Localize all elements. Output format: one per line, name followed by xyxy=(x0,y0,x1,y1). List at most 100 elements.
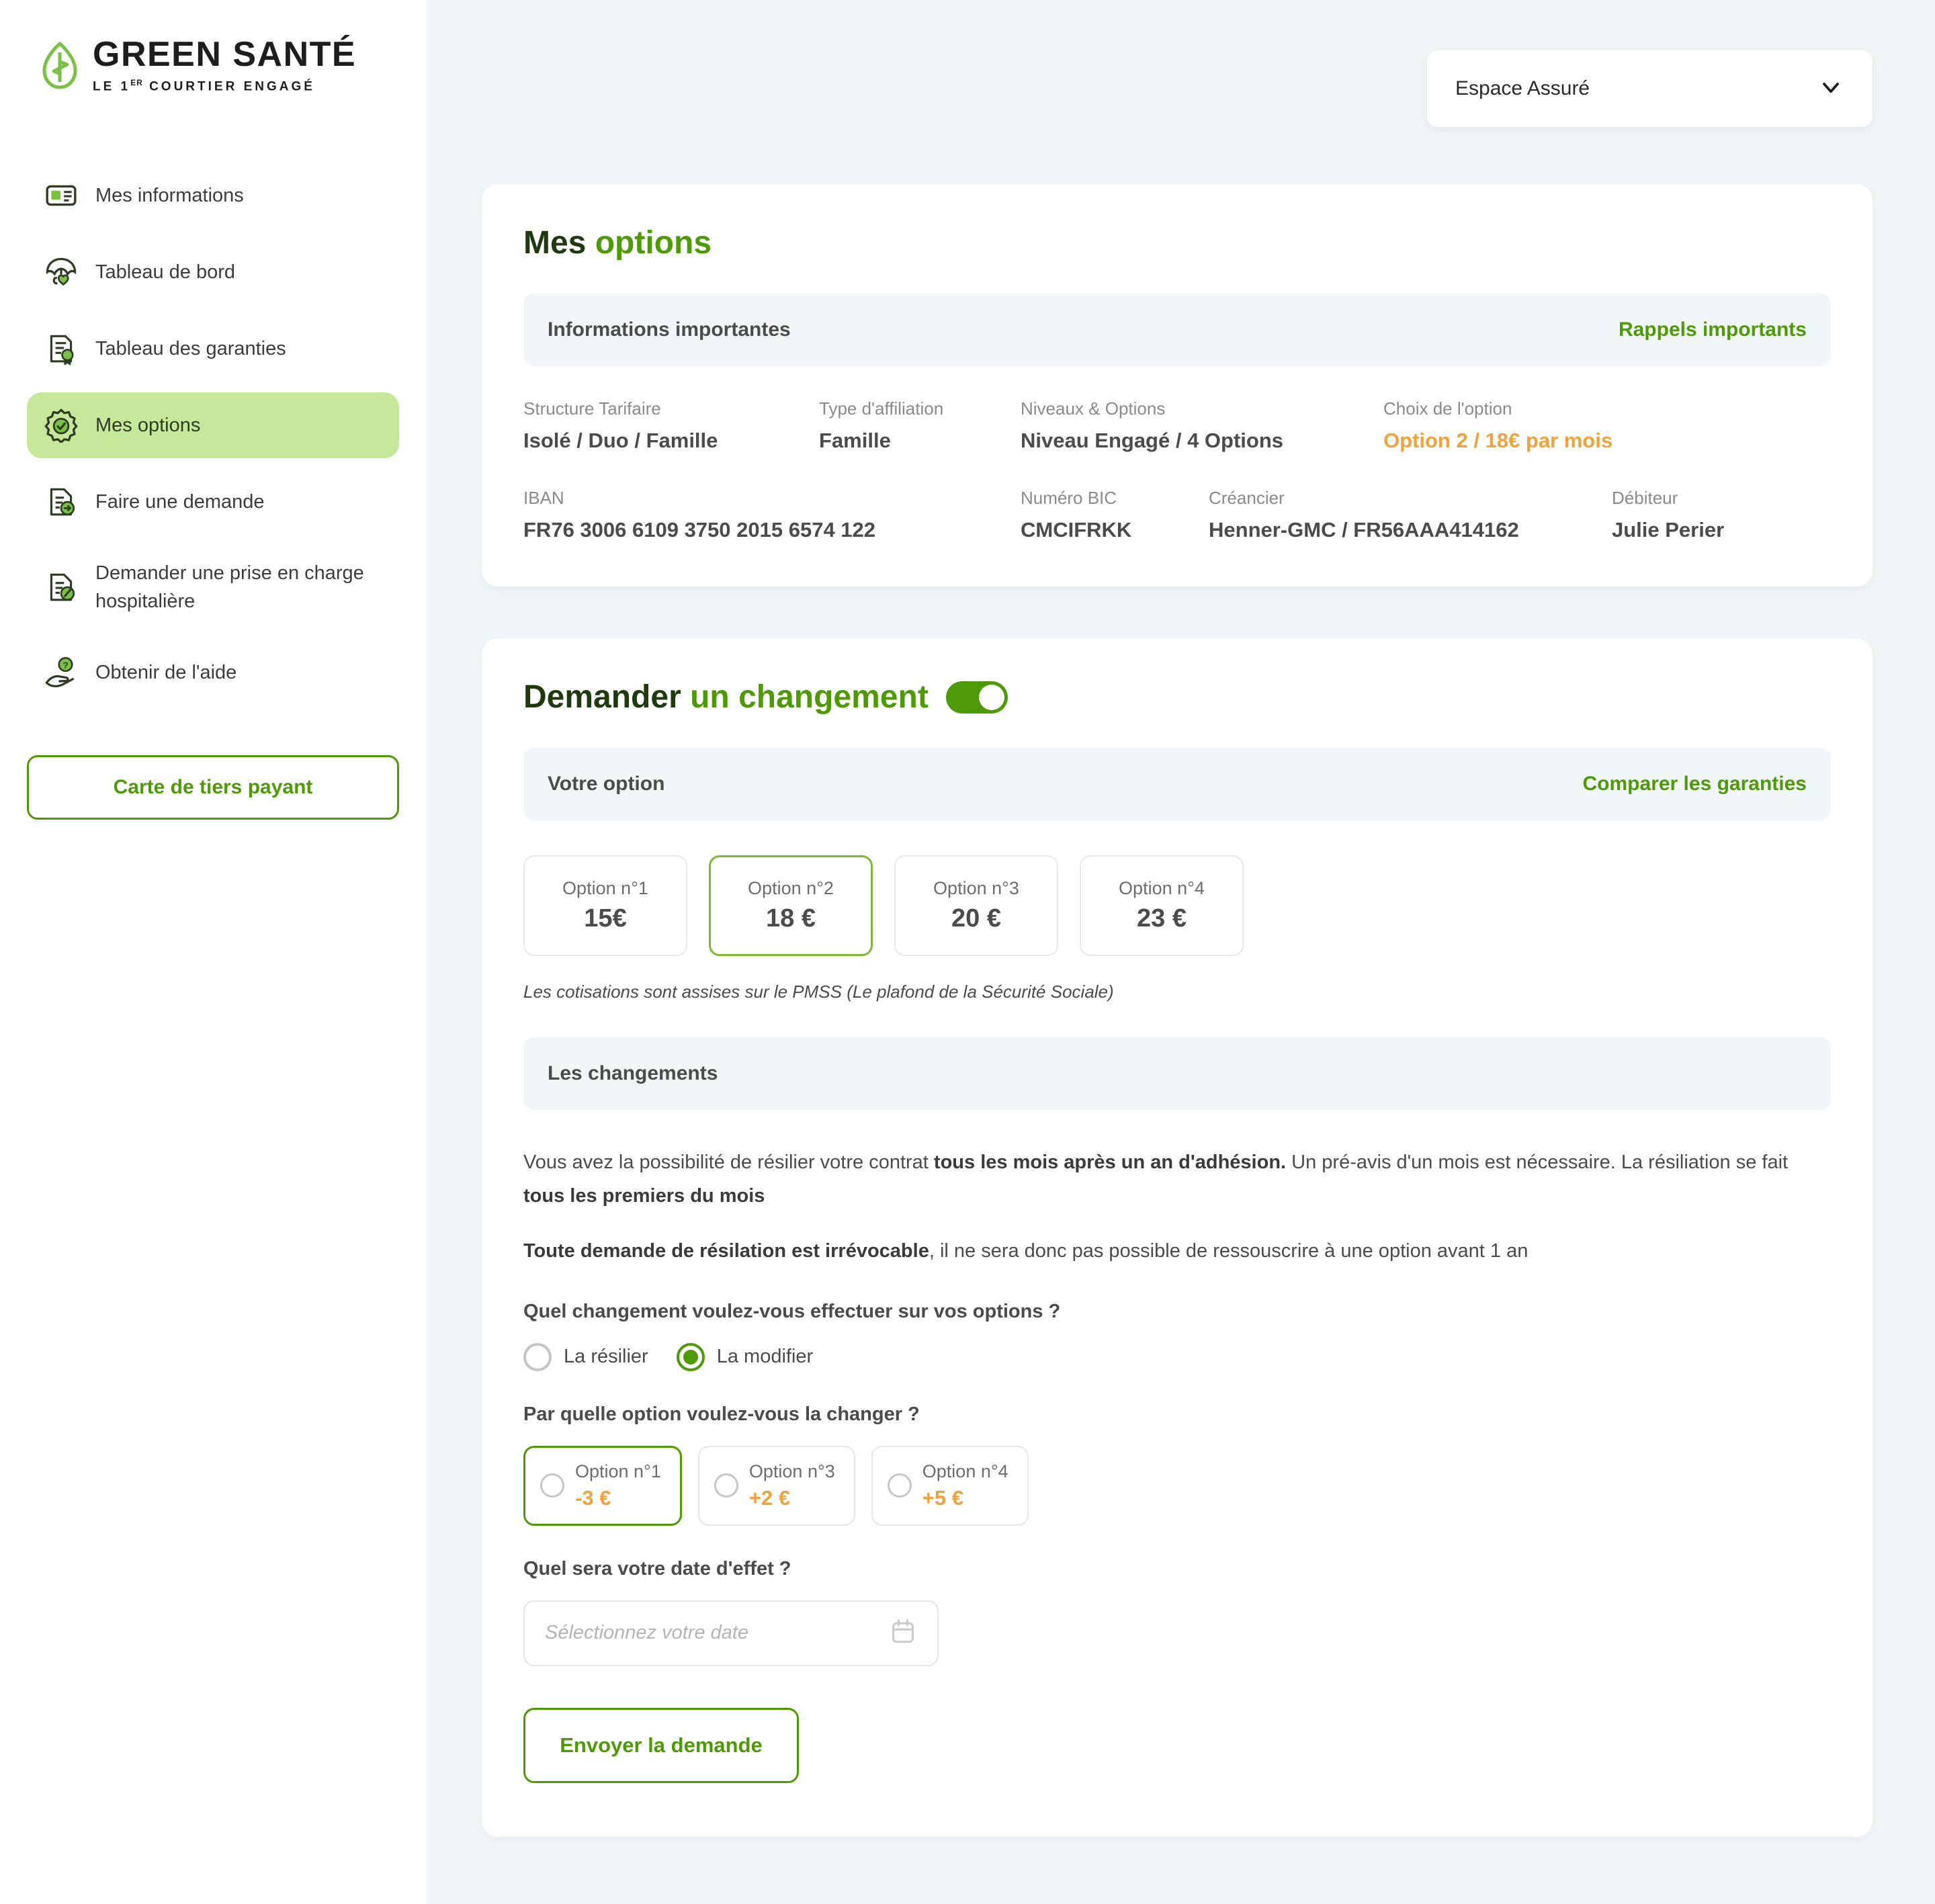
radio-circle-icon xyxy=(887,1473,912,1498)
radio-circle-icon xyxy=(714,1473,738,1498)
calendar-icon[interactable] xyxy=(889,1617,917,1649)
section-title: Demander un changement xyxy=(523,679,929,715)
sidebar: GREEN SANTÉ LE 1ER COURTIER ENGAGÉ Mes i… xyxy=(0,0,426,1904)
brand-title: GREEN SANTÉ xyxy=(93,35,357,74)
date-effet-field[interactable]: Sélectionnez votre date xyxy=(523,1600,939,1666)
envoyer-la-demande-button[interactable]: Envoyer la demande xyxy=(523,1707,799,1783)
change-option-name: Option n°4 xyxy=(922,1461,1008,1481)
change-option-group: Option n°1 -3 € Option n°3 +2 € Option n… xyxy=(523,1445,1831,1526)
paragraph-resiliation: Vous avez la possibilité de résilier vot… xyxy=(523,1152,1789,1207)
option-cards-row: Option n°1 15€ Option n°2 18 € Option n°… xyxy=(482,855,1873,956)
envoyer-la-demande-label: Envoyer la demande xyxy=(560,1733,763,1757)
change-option-delta: -3 € xyxy=(575,1485,611,1510)
document-seal-icon xyxy=(42,329,81,368)
radio-circle-icon xyxy=(523,1342,552,1371)
chevron-down-icon[interactable] xyxy=(1817,74,1844,104)
info-key: Choix de l'option xyxy=(1383,398,1512,419)
sidebar-item-prise-en-charge[interactable]: Demander une prise en charge hospitalièr… xyxy=(27,546,399,629)
document-pencil-icon xyxy=(42,568,81,607)
sidebar-item-mes-informations[interactable]: Mes informations xyxy=(27,163,399,228)
document-arrow-icon xyxy=(42,482,81,521)
question-date-effet: Quel sera votre date d'effet ? xyxy=(523,1557,791,1580)
toggle-knob xyxy=(978,684,1004,710)
radio-circle-checked-icon xyxy=(676,1342,705,1371)
info-value: Niveau Engagé / 4 Options xyxy=(1021,429,1284,452)
sidebar-item-label: Mes options xyxy=(95,415,201,437)
info-value: Julie Perier xyxy=(1612,518,1725,542)
info-cell-niveaux-options: Niveaux & Options Niveau Engagé / 4 Opti… xyxy=(1021,398,1383,453)
info-cell-iban: IBAN FR76 3006 6109 3750 2015 6574 122 xyxy=(523,488,1021,542)
option-card-price: 18 € xyxy=(766,904,816,933)
comparer-les-garanties-link[interactable]: Comparer les garanties xyxy=(1583,773,1807,795)
info-row: Structure Tarifaire Isolé / Duo / Famill… xyxy=(523,398,1831,453)
sidebar-item-faire-une-demande[interactable]: Faire une demande xyxy=(27,469,399,535)
info-key: Créancier xyxy=(1209,488,1285,508)
option-card-4[interactable]: Option n°4 23 € xyxy=(1080,855,1244,956)
info-value: Henner-GMC / FR56AAA414162 xyxy=(1209,518,1519,542)
svg-text:?: ? xyxy=(62,660,69,670)
info-value: Famille xyxy=(819,429,891,452)
change-option-name: Option n°1 xyxy=(575,1461,661,1481)
option-card-price: 23 € xyxy=(1137,904,1187,933)
page-title: Mes options xyxy=(523,225,712,261)
umbrella-heart-icon xyxy=(42,253,81,292)
change-option-name: Option n°3 xyxy=(748,1461,835,1481)
option-card-3[interactable]: Option n°3 20 € xyxy=(894,855,1058,956)
option-card-name: Option n°4 xyxy=(1119,878,1205,898)
info-cell-numero-bic: Numéro BIC CMCIFRKK xyxy=(1021,488,1209,542)
main-content: Espace Assuré Mes options Informations i… xyxy=(426,0,1935,1904)
info-row: IBAN FR76 3006 6109 3750 2015 6574 122 N… xyxy=(523,488,1831,542)
option-card-name: Option n°3 xyxy=(933,878,1019,898)
info-cell-structure-tarifaire: Structure Tarifaire Isolé / Duo / Famill… xyxy=(523,398,819,453)
info-key: Structure Tarifaire xyxy=(523,398,661,419)
espace-select-value: Espace Assuré xyxy=(1455,77,1590,99)
radio-la-modifier[interactable]: La modifier xyxy=(676,1342,814,1371)
date-effet-placeholder: Sélectionnez votre date xyxy=(545,1622,749,1644)
change-option-1[interactable]: Option n°1 -3 € xyxy=(523,1445,682,1526)
leaf-logo-icon xyxy=(39,41,81,90)
informations-importantes-label: Informations importantes xyxy=(548,318,791,341)
info-value: FR76 3006 6109 3750 2015 6574 122 xyxy=(523,518,876,542)
change-option-3[interactable]: Option n°3 +2 € xyxy=(697,1445,855,1526)
option-card-name: Option n°1 xyxy=(562,878,648,898)
badge-check-icon xyxy=(42,406,81,445)
demander-changement-toggle[interactable] xyxy=(945,681,1008,713)
brand-subtitle: LE 1ER COURTIER ENGAGÉ xyxy=(93,78,315,94)
votre-option-band: Votre option Comparer les garanties xyxy=(523,748,1831,820)
sidebar-item-label: Faire une demande xyxy=(95,491,265,513)
hand-question-icon: ? xyxy=(42,653,81,692)
mes-options-card: Mes options Informations importantes Rap… xyxy=(482,184,1873,587)
sidebar-item-label: Obtenir de l'aide xyxy=(95,662,237,684)
informations-grid: Structure Tarifaire Isolé / Duo / Famill… xyxy=(482,398,1873,542)
option-card-1[interactable]: Option n°1 15€ xyxy=(523,855,687,956)
question-quel-changement: Quel changement voulez-vous effectuer su… xyxy=(523,1300,1061,1322)
sidebar-item-label: Demander une prise en charge hospitalièr… xyxy=(95,562,364,613)
changements-body: Vous avez la possibilité de résilier vot… xyxy=(482,1146,1873,1783)
sidebar-item-tableau-de-bord[interactable]: Tableau de bord xyxy=(27,239,399,305)
change-option-4[interactable]: Option n°4 +5 € xyxy=(871,1445,1029,1526)
carte-tiers-payant-label: Carte de tiers payant xyxy=(113,776,313,799)
option-card-price: 15€ xyxy=(584,904,627,933)
sidebar-item-tableau-des-garanties[interactable]: Tableau des garanties xyxy=(27,316,399,382)
info-key: Niveaux & Options xyxy=(1021,398,1166,419)
radio-label: La résilier xyxy=(564,1346,648,1368)
radio-la-resilier[interactable]: La résilier xyxy=(523,1342,648,1371)
app-root: GREEN SANTÉ LE 1ER COURTIER ENGAGÉ Mes i… xyxy=(0,0,1935,1904)
change-option-delta: +2 € xyxy=(748,1485,791,1510)
pmss-note: Les cotisations sont assises sur le PMSS… xyxy=(523,982,1114,1002)
option-card-2[interactable]: Option n°2 18 € xyxy=(709,855,873,956)
info-cell-choix-option: Choix de l'option Option 2 / 18€ par moi… xyxy=(1383,398,1612,453)
sidebar-item-obtenir-de-laide[interactable]: ? Obtenir de l'aide xyxy=(27,640,399,705)
carte-tiers-payant-button[interactable]: Carte de tiers payant xyxy=(27,755,399,820)
rappels-importants-link[interactable]: Rappels importants xyxy=(1619,318,1807,341)
espace-select[interactable]: Espace Assuré xyxy=(1427,50,1873,127)
radio-group-changement: La résilier La modifier xyxy=(523,1342,1831,1371)
sidebar-item-label: Tableau des garanties xyxy=(95,338,286,360)
info-key: IBAN xyxy=(523,488,564,508)
brand-logo[interactable]: GREEN SANTÉ LE 1ER COURTIER ENGAGÉ xyxy=(0,37,426,94)
topbar: Espace Assuré xyxy=(426,0,1935,127)
radio-label: La modifier xyxy=(716,1346,814,1368)
info-cell-creancier: Créancier Henner-GMC / FR56AAA414162 xyxy=(1209,488,1612,542)
sidebar-item-mes-options[interactable]: Mes options xyxy=(27,392,399,459)
info-value: Isolé / Duo / Famille xyxy=(523,429,718,452)
